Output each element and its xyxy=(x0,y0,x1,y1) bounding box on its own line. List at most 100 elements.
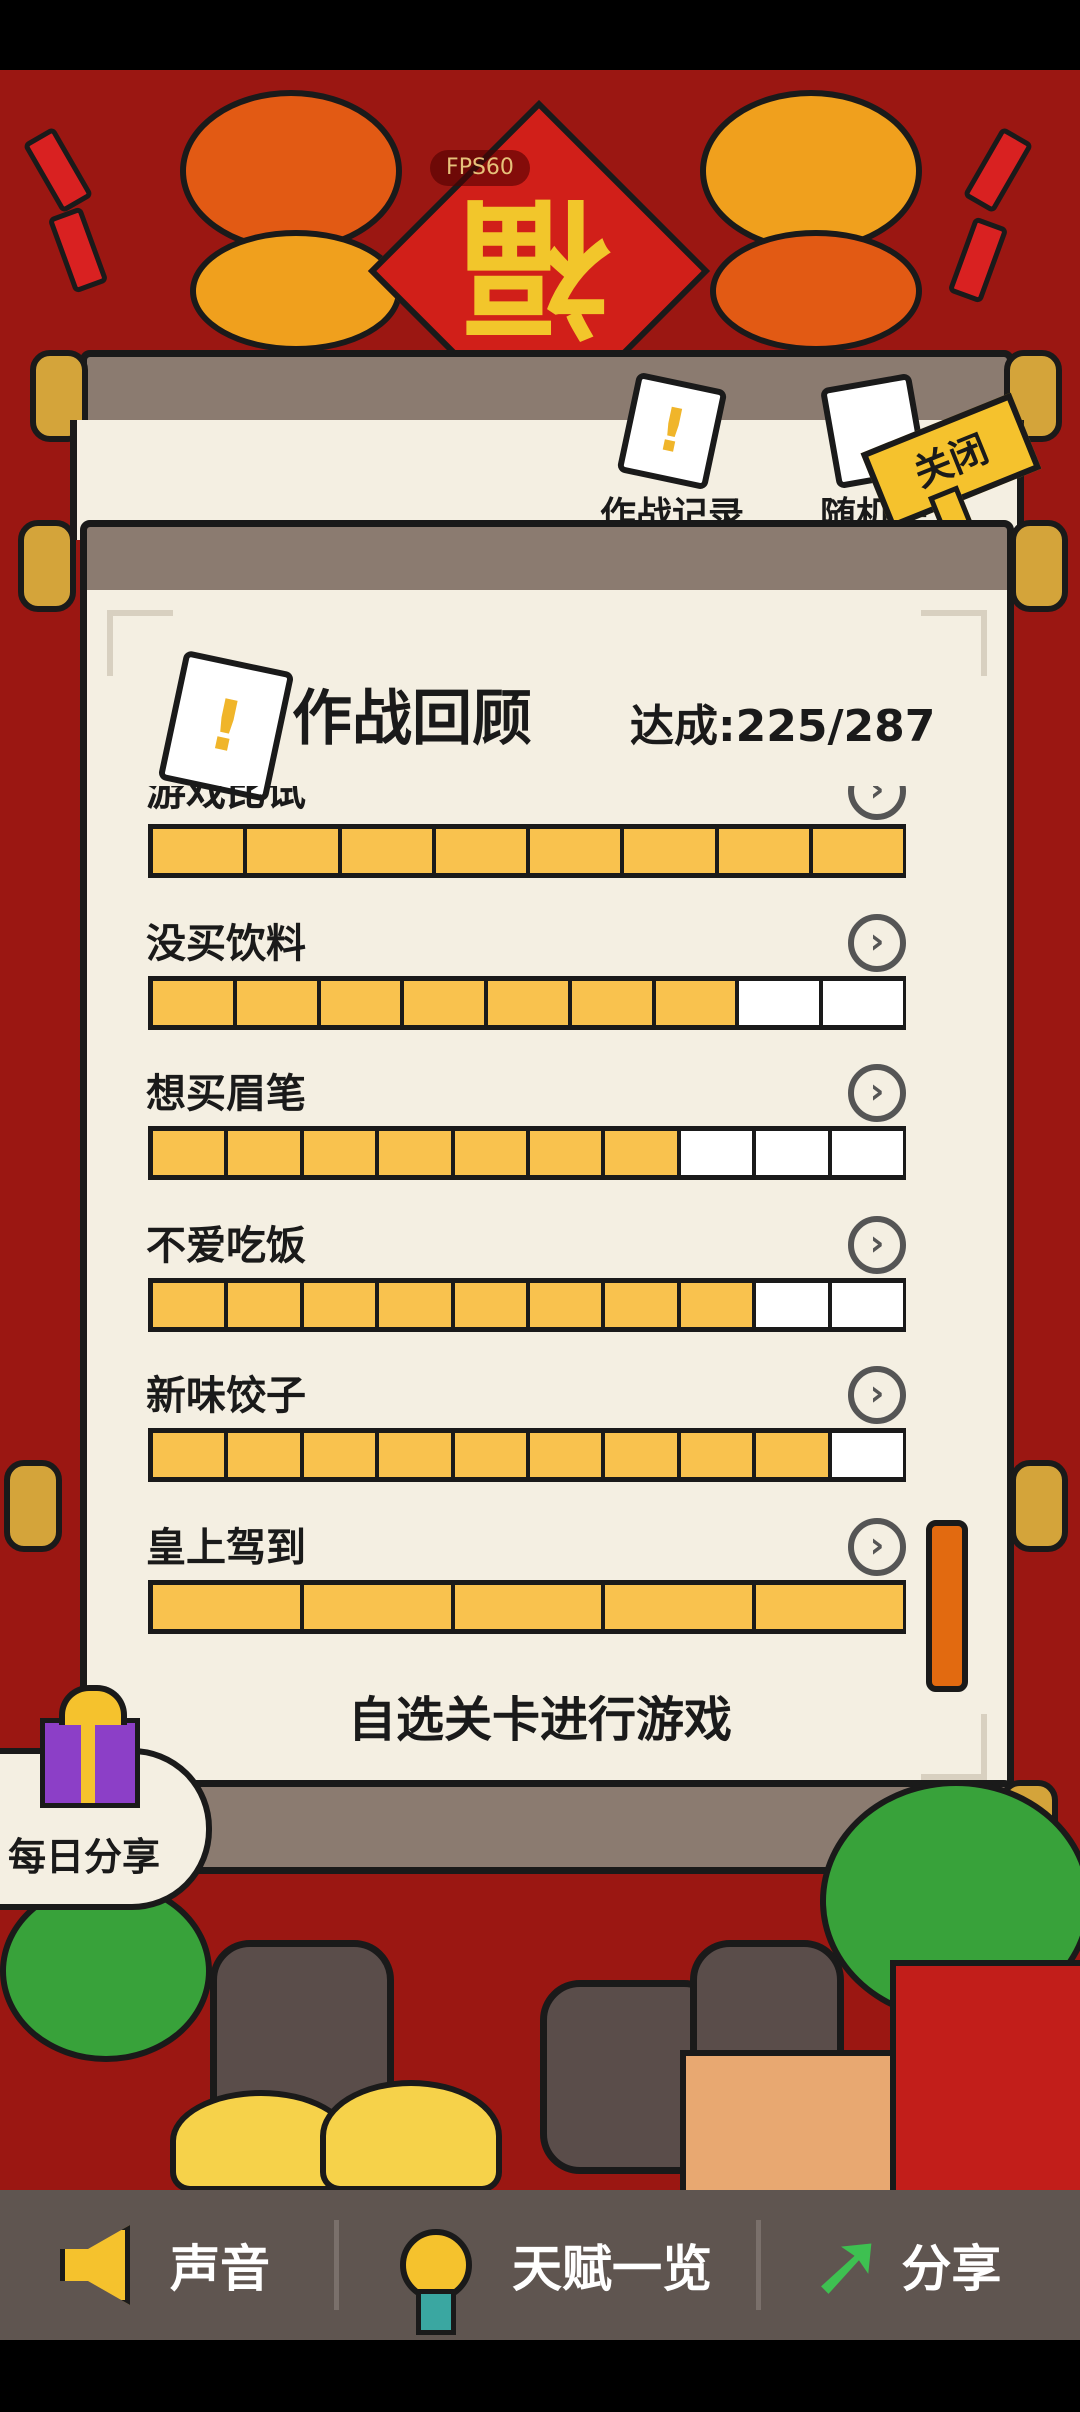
progress-segment-filled xyxy=(530,1283,602,1327)
progress-segment-empty xyxy=(739,981,820,1025)
progress-segment-empty xyxy=(823,981,904,1025)
select-level-button[interactable]: 自选关卡进行游戏 xyxy=(280,1680,800,1750)
arrow-right-icon[interactable]: › xyxy=(848,914,906,972)
progress-segment-filled xyxy=(379,1283,451,1327)
firecracker-icon xyxy=(947,216,1009,304)
progress-segment-filled xyxy=(680,1433,753,1477)
firecracker-icon xyxy=(22,126,94,214)
share-arrow-icon: ➚ xyxy=(810,2212,886,2317)
progress-segment-filled xyxy=(153,1283,225,1327)
roller-knob xyxy=(18,520,76,612)
level-row[interactable]: 新味饺子 › xyxy=(146,1366,906,1524)
scrollbar[interactable] xyxy=(926,1520,968,1692)
panel-corner xyxy=(921,1714,987,1780)
progress-segment-empty xyxy=(756,1131,828,1175)
progress-segment-filled xyxy=(303,1585,451,1629)
level-name: 没买饮料 xyxy=(146,921,306,967)
progress-segment-filled xyxy=(404,981,485,1025)
progress-segment-filled xyxy=(605,1433,677,1477)
progress-segment-filled xyxy=(718,829,809,873)
level-name: 不爱吃饭 xyxy=(146,1223,306,1269)
roller-knob xyxy=(1010,520,1068,612)
panel-corner xyxy=(107,610,173,676)
share-button[interactable]: ➚ 分享 xyxy=(810,2190,1001,2340)
lantern-right-lower xyxy=(710,230,922,352)
progress-segment-filled xyxy=(379,1131,451,1175)
talents-button[interactable]: 天赋一览 xyxy=(400,2190,712,2340)
arrow-right-icon[interactable]: › xyxy=(848,1518,906,1576)
firecracker-icon xyxy=(962,126,1034,214)
progress-segment-filled xyxy=(605,1283,677,1327)
arrow-right-icon[interactable]: › xyxy=(848,1064,906,1122)
speaker-icon xyxy=(60,2225,130,2305)
progress-segment-empty xyxy=(831,1131,904,1175)
gift-icon xyxy=(40,1685,140,1808)
arrow-right-icon[interactable]: › xyxy=(848,1366,906,1424)
progress-segment-filled xyxy=(341,829,432,873)
nav-divider xyxy=(334,2220,339,2310)
progress-segment-filled xyxy=(153,1131,225,1175)
level-name: 皇上驾到 xyxy=(146,1525,306,1571)
bottom-nav: 声音 天赋一览 ➚ 分享 xyxy=(0,2190,1080,2340)
progress-segment-filled xyxy=(247,829,338,873)
progress-segment-filled xyxy=(153,981,233,1025)
level-name: 新味饺子 xyxy=(146,1373,306,1419)
progress-segment-empty xyxy=(831,1283,904,1327)
progress-segment-filled xyxy=(303,1283,376,1327)
lantern-right xyxy=(700,90,922,252)
roller-knob xyxy=(4,1460,62,1552)
sound-button[interactable]: 声音 xyxy=(60,2190,270,2340)
progress-segment-filled xyxy=(236,981,317,1025)
fu-box xyxy=(680,2050,902,2202)
red-gift-box xyxy=(890,1960,1080,2202)
progress-segment-filled xyxy=(680,1283,753,1327)
status-bar xyxy=(0,0,1080,70)
lantern-left xyxy=(180,90,402,252)
progress-segment-filled xyxy=(812,829,903,873)
progress-segment-filled xyxy=(303,1131,376,1175)
progress-segment-filled xyxy=(379,1433,451,1477)
arrow-right-icon[interactable]: › xyxy=(848,786,906,820)
talents-label: 天赋一览 xyxy=(512,2240,712,2298)
progress-segment-filled xyxy=(488,981,568,1025)
progress-segment-filled xyxy=(571,981,652,1025)
level-list[interactable]: 游戏比试 › 没买饮料 › 想买眉笔 › 不爱吃饭 › 新味饺子 › 皇上驾到 › xyxy=(146,786,906,1666)
progress-bar xyxy=(148,1278,906,1332)
sound-label: 声音 xyxy=(170,2240,270,2298)
progress-segment-empty xyxy=(831,1433,904,1477)
level-name: 想买眉笔 xyxy=(146,1071,306,1117)
arrow-right-icon[interactable]: › xyxy=(848,1216,906,1274)
progress-segment-filled xyxy=(756,1585,903,1629)
level-row[interactable]: 没买饮料 › xyxy=(146,914,906,1072)
progress-segment-filled xyxy=(756,1433,828,1477)
progress-segment-empty xyxy=(680,1131,753,1175)
progress-segment-filled xyxy=(153,829,244,873)
progress-segment-filled xyxy=(228,1283,300,1327)
tab-battle-record[interactable]: ! 作战记录 xyxy=(600,371,744,538)
share-label: 分享 xyxy=(901,2240,1002,2298)
progress-bar xyxy=(148,1580,906,1634)
lantern-left-lower xyxy=(190,230,402,352)
progress-segment-filled xyxy=(605,1585,753,1629)
progress-segment-filled xyxy=(454,1131,527,1175)
progress-segment-filled xyxy=(228,1131,300,1175)
achievement-progress: 达成:225/287 xyxy=(630,701,936,752)
system-nav-bar xyxy=(0,2340,1080,2412)
progress-segment-filled xyxy=(624,829,715,873)
progress-segment-filled xyxy=(454,1433,527,1477)
nav-divider xyxy=(756,2220,761,2310)
roller-knob xyxy=(1010,1460,1068,1552)
level-name: 游戏比试 xyxy=(146,786,306,815)
level-row[interactable]: 游戏比试 › xyxy=(146,786,906,920)
progress-segment-filled xyxy=(605,1131,677,1175)
progress-segment-empty xyxy=(756,1283,828,1327)
progress-bar xyxy=(148,1428,906,1482)
progress-bar xyxy=(148,976,906,1030)
level-row[interactable]: 皇上驾到 › xyxy=(146,1518,906,1666)
daily-share-label: 每日分享 xyxy=(8,1835,161,1879)
panel-title: 作战回顾 xyxy=(292,684,532,754)
progress-bar xyxy=(148,824,906,878)
progress-segment-filled xyxy=(303,1433,376,1477)
level-row[interactable]: 不爱吃饭 › xyxy=(146,1216,906,1374)
level-row[interactable]: 想买眉笔 › xyxy=(146,1064,906,1222)
